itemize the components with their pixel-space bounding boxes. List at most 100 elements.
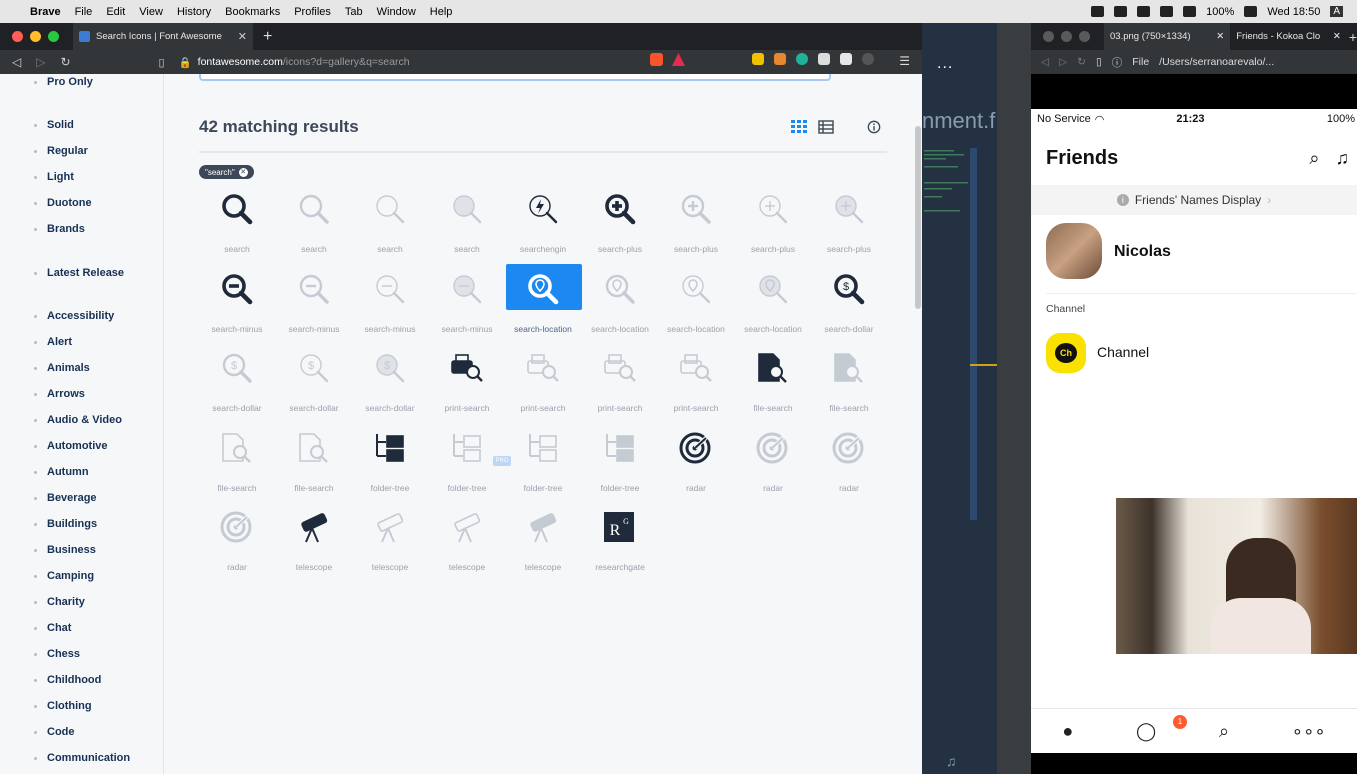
sidebar-item-solid[interactable]: Solid bbox=[34, 119, 74, 131]
icon-result-file-search[interactable]: file-search bbox=[199, 423, 275, 501]
sidebar-item-chess[interactable]: Chess bbox=[34, 648, 80, 660]
sidebar-item-communication[interactable]: Communication bbox=[34, 752, 130, 764]
battery-icon[interactable] bbox=[1244, 6, 1258, 17]
icon-result-researchgate[interactable]: R Gresearchgate bbox=[582, 502, 658, 580]
icon-result-search-plus[interactable]: search-plus bbox=[811, 184, 887, 262]
icon-result-search-plus[interactable]: search-plus bbox=[658, 184, 734, 262]
search-icon[interactable]: ⌕ bbox=[1309, 148, 1319, 169]
icon-result-file-search[interactable]: file-search bbox=[735, 343, 811, 421]
icon-result-folder-tree[interactable]: folder-tree bbox=[582, 423, 658, 501]
sidebar-item-latest-release[interactable]: Latest Release bbox=[34, 267, 124, 279]
page-scrollbar[interactable] bbox=[915, 126, 921, 309]
sidebar-item-camping[interactable]: Camping bbox=[34, 570, 94, 582]
extension-pencil-icon[interactable] bbox=[752, 53, 764, 65]
icon-result-search-minus[interactable]: search-minus bbox=[276, 264, 352, 342]
new-tab-icon-2[interactable]: + bbox=[1349, 29, 1357, 45]
sidebar-item-code[interactable]: Code bbox=[34, 726, 75, 738]
zoom-window-button-2[interactable] bbox=[1079, 31, 1090, 42]
search-input[interactable] bbox=[199, 74, 831, 81]
tab-close-icon-2[interactable]: ✕ bbox=[1216, 31, 1224, 42]
sidebar-item-pro-only[interactable]: Pro Only bbox=[34, 76, 93, 88]
icon-result-search-plus[interactable]: search-plus bbox=[582, 184, 658, 262]
menubar-clock[interactable]: Wed 18:50 bbox=[1267, 6, 1320, 18]
icon-result-radar[interactable]: radar bbox=[735, 423, 811, 501]
icon-result-search-dollar[interactable]: $ search-dollar bbox=[352, 343, 428, 421]
list-view-icon[interactable] bbox=[818, 120, 834, 134]
sidebar-item-autumn[interactable]: Autumn bbox=[34, 466, 89, 478]
menu-file[interactable]: File bbox=[75, 6, 93, 18]
bookmark-icon-2[interactable]: ▯ bbox=[1096, 56, 1102, 68]
sidebar-item-business[interactable]: Business bbox=[34, 544, 96, 556]
icon-result-search-location[interactable]: search-location bbox=[505, 264, 582, 342]
menu-edit[interactable]: Edit bbox=[106, 6, 125, 18]
icon-result-print-search[interactable]: print-search bbox=[429, 343, 505, 421]
icon-result-file-search[interactable]: file-search bbox=[811, 343, 887, 421]
grid-view-icon[interactable] bbox=[791, 120, 807, 134]
icon-result-telescope[interactable]: telescope bbox=[429, 502, 505, 580]
icon-result-search-dollar[interactable]: $ search-dollar bbox=[199, 343, 275, 421]
channel-logo[interactable]: Ch bbox=[1046, 333, 1086, 373]
channel-name[interactable]: Channel bbox=[1097, 344, 1149, 360]
icon-result-folder-tree[interactable]: folder-tree bbox=[352, 423, 428, 501]
extension-m-icon[interactable] bbox=[796, 53, 808, 65]
menu-bookmarks[interactable]: Bookmarks bbox=[225, 6, 280, 18]
more-tab-icon[interactable]: ∘∘∘ bbox=[1292, 721, 1326, 742]
sidebar-item-chat[interactable]: Chat bbox=[34, 622, 71, 634]
icon-result-search-minus[interactable]: search-minus bbox=[429, 264, 505, 342]
back-icon-2[interactable]: ◁ bbox=[1041, 56, 1049, 68]
avatar[interactable] bbox=[1046, 223, 1102, 279]
sidebar-item-clothing[interactable]: Clothing bbox=[34, 700, 92, 712]
icon-result-telescope[interactable]: telescope bbox=[352, 502, 428, 580]
extension-flag-icon[interactable] bbox=[774, 53, 786, 65]
icon-result-search-dollar[interactable]: $ search-dollar bbox=[276, 343, 352, 421]
tab-image[interactable]: 03.png (750×1334) ✕ bbox=[1104, 23, 1231, 50]
cloud-icon[interactable] bbox=[1114, 6, 1128, 17]
profile-name[interactable]: Nicolas bbox=[1114, 243, 1171, 261]
editor-scrollbar[interactable] bbox=[970, 148, 977, 520]
icon-result-search[interactable]: search bbox=[352, 184, 428, 262]
sidebar-item-buildings[interactable]: Buildings bbox=[34, 518, 97, 530]
menu-tab[interactable]: Tab bbox=[345, 6, 363, 18]
search-tag-chip[interactable]: "search" ✕ bbox=[199, 165, 254, 179]
sidebar-item-light[interactable]: Light bbox=[34, 171, 74, 183]
icon-result-search-plus[interactable]: search-plus bbox=[735, 184, 811, 262]
extension-cloud-icon[interactable] bbox=[818, 53, 830, 65]
forward-icon-2[interactable]: ▷ bbox=[1059, 56, 1067, 68]
minimize-window-button-2[interactable] bbox=[1061, 31, 1072, 42]
sidebar-item-alert[interactable]: Alert bbox=[34, 336, 72, 348]
reload-icon-2[interactable]: ↻ bbox=[1077, 56, 1086, 68]
menu-profiles[interactable]: Profiles bbox=[294, 6, 331, 18]
icon-result-folder-tree[interactable]: folder-tree bbox=[429, 423, 505, 501]
user-input-icon[interactable]: A bbox=[1330, 6, 1343, 17]
icon-result-telescope[interactable]: telescope bbox=[505, 502, 581, 580]
brave-shields-icon[interactable] bbox=[650, 53, 663, 66]
sidebar-item-charity[interactable]: Charity bbox=[34, 596, 85, 608]
icon-result-print-search[interactable]: print-search bbox=[505, 343, 581, 421]
sidebar-item-arrows[interactable]: Arrows bbox=[34, 388, 85, 400]
icon-result-search-minus[interactable]: search-minus bbox=[352, 264, 428, 342]
notification-bell-icon[interactable]: ♫ bbox=[946, 753, 957, 769]
icon-result-radar[interactable]: radar bbox=[199, 502, 275, 580]
sidebar-item-beverage[interactable]: Beverage bbox=[34, 492, 97, 504]
tab-friends[interactable]: Friends - Kokoa Clo ✕ bbox=[1230, 23, 1347, 50]
sidebar-item-childhood[interactable]: Childhood bbox=[34, 674, 101, 686]
icon-result-search[interactable]: search bbox=[276, 184, 352, 262]
minimize-window-button[interactable] bbox=[30, 31, 41, 42]
icon-result-telescope[interactable]: telescope bbox=[276, 502, 352, 580]
browser-menu-icon[interactable]: ☰ bbox=[899, 54, 910, 68]
icon-result-radar[interactable]: radar bbox=[811, 423, 887, 501]
menu-view[interactable]: View bbox=[139, 6, 163, 18]
chats-tab-icon[interactable]: ◯ bbox=[1136, 721, 1156, 742]
icon-result-search[interactable]: search bbox=[199, 184, 275, 262]
sidebar-item-accessibility[interactable]: Accessibility bbox=[34, 310, 114, 322]
sidebar-item-brands[interactable]: Brands bbox=[34, 223, 85, 235]
bookmark-icon[interactable]: ▯ bbox=[159, 56, 165, 69]
icon-result-search-location[interactable]: search-location bbox=[582, 264, 658, 342]
reload-icon[interactable]: ↻ bbox=[60, 55, 70, 69]
browser-tab[interactable]: Search Icons | Font Awesome ✕ bbox=[73, 23, 253, 50]
sidebar-item-audio-video[interactable]: Audio & Video bbox=[34, 414, 122, 426]
icon-result-search-minus[interactable]: search-minus bbox=[199, 264, 275, 342]
close-window-button-2[interactable] bbox=[1043, 31, 1054, 42]
sidebar-item-regular[interactable]: Regular bbox=[34, 145, 88, 157]
menu-help[interactable]: Help bbox=[430, 6, 453, 18]
